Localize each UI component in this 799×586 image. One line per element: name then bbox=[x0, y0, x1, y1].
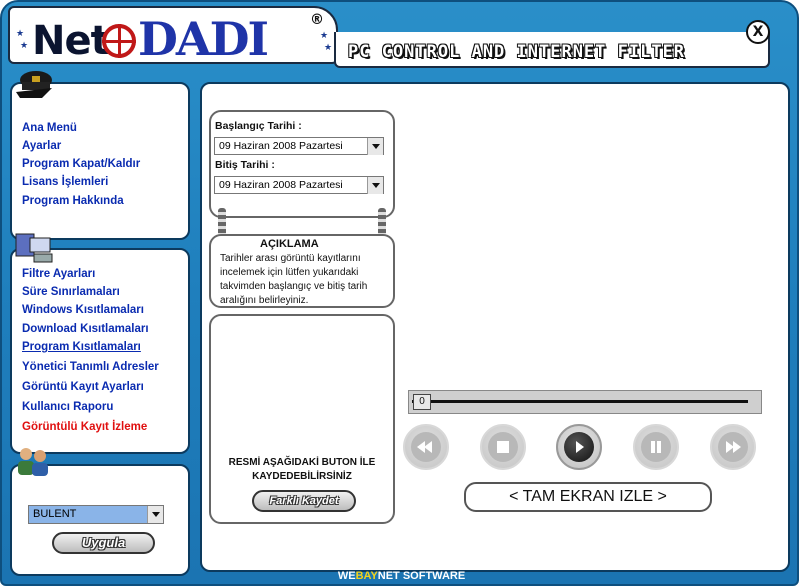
stop-icon bbox=[488, 432, 518, 462]
police-hat-icon bbox=[16, 71, 52, 98]
sidebar-item-kayit-izleme[interactable]: Görüntülü Kayıt İzleme bbox=[22, 421, 147, 433]
stop-button[interactable] bbox=[480, 424, 526, 470]
star-icon: ★ bbox=[320, 30, 329, 40]
fast-forward-button[interactable] bbox=[710, 424, 756, 470]
end-date-label: Bitiş Tarihi : bbox=[215, 159, 275, 171]
sidebar-item-lisans[interactable]: Lisans İşlemleri bbox=[22, 176, 108, 188]
tagline: PC CONTROL AND INTERNET FILTER bbox=[348, 42, 686, 62]
start-date-label: Başlangıç Tarihi : bbox=[215, 120, 302, 132]
footer-brand-b: BAY bbox=[355, 570, 378, 582]
star-icon: ★ bbox=[16, 28, 25, 38]
pause-button[interactable] bbox=[633, 424, 679, 470]
sidebar-item-kayit-ayarlari[interactable]: Görüntü Kayıt Ayarları bbox=[22, 381, 144, 393]
chain-icon bbox=[218, 208, 226, 236]
user-select[interactable]: BULENT bbox=[28, 505, 164, 524]
footer-brand-c: NET SOFTWARE bbox=[377, 570, 466, 582]
close-button[interactable]: X bbox=[746, 20, 770, 44]
sidebar-item-program-kapat[interactable]: Program Kapat/Kaldır bbox=[22, 158, 140, 170]
sidebar-item-windows[interactable]: Windows Kısıtlamaları bbox=[22, 304, 144, 316]
slider-track bbox=[412, 400, 748, 403]
fullscreen-button[interactable]: < TAM EKRAN IZLE > bbox=[464, 482, 712, 512]
devices-icon bbox=[15, 233, 53, 263]
save-instruction: RESMİ AŞAĞIDAKİ BUTON İLE KAYDEDEBİLİRSİ… bbox=[228, 457, 376, 482]
apply-button[interactable]: Uygula bbox=[52, 532, 155, 554]
sidebar-item-ana-menu[interactable]: Ana Menü bbox=[22, 122, 77, 134]
slider-knob[interactable]: 0 bbox=[413, 394, 431, 410]
start-date-select[interactable]: 09 Haziran 2008 Pazartesi bbox=[214, 137, 384, 155]
end-date-select[interactable]: 09 Haziran 2008 Pazartesi bbox=[214, 176, 384, 194]
sidebar-item-ayarlar[interactable]: Ayarlar bbox=[22, 140, 61, 152]
rewind-button[interactable] bbox=[403, 424, 449, 470]
end-date-value: 09 Haziran 2008 Pazartesi bbox=[219, 179, 343, 191]
chevron-down-icon[interactable] bbox=[367, 138, 383, 155]
user-select-value: BULENT bbox=[29, 506, 147, 523]
description-title: AÇIKLAMA bbox=[260, 238, 319, 250]
fast-forward-icon bbox=[718, 432, 748, 462]
star-icon: ★ bbox=[324, 42, 333, 52]
logo: Net DADI ® ★ ★ ★ ★ bbox=[8, 6, 338, 66]
sidebar-item-program[interactable]: Program Kısıtlamaları bbox=[22, 341, 141, 353]
footer-brand-a: WE bbox=[337, 570, 356, 582]
logo-name: DADI bbox=[138, 12, 269, 66]
chevron-down-icon[interactable] bbox=[147, 506, 163, 523]
sidebar-item-hakkinda[interactable]: Program Hakkında bbox=[22, 195, 124, 207]
sidebar-item-adresler[interactable]: Yönetici Tanımlı Adresler bbox=[22, 361, 159, 373]
chevron-down-icon[interactable] bbox=[367, 177, 383, 194]
description-text: Tarihler arası görüntü kayıtlarını incel… bbox=[220, 253, 368, 306]
sidebar-item-filtre[interactable]: Filtre Ayarları bbox=[22, 268, 95, 280]
play-icon bbox=[564, 432, 594, 462]
play-button[interactable] bbox=[556, 424, 602, 470]
logo-prefix: Net bbox=[32, 18, 110, 64]
save-as-button[interactable]: Farklı Kaydet bbox=[252, 490, 356, 512]
sidebar-item-rapor[interactable]: Kullanıcı Raporu bbox=[22, 401, 113, 413]
star-icon: ★ bbox=[20, 40, 29, 50]
start-date-value: 09 Haziran 2008 Pazartesi bbox=[219, 140, 343, 152]
pause-icon bbox=[641, 432, 671, 462]
footer-brand: WEBAYNET SOFTWARE bbox=[2, 570, 797, 582]
sidebar-item-sure[interactable]: Süre Sınırlamaları bbox=[22, 286, 120, 298]
registered-mark: ® bbox=[310, 12, 324, 28]
users-icon bbox=[18, 448, 48, 476]
rewind-icon bbox=[411, 432, 441, 462]
sidebar-item-download[interactable]: Download Kısıtlamaları bbox=[22, 323, 149, 335]
chain-icon bbox=[378, 208, 386, 236]
target-icon bbox=[102, 24, 136, 58]
app-window: Net DADI ® ★ ★ ★ ★ PC CONTROL AND INTERN… bbox=[0, 0, 799, 586]
